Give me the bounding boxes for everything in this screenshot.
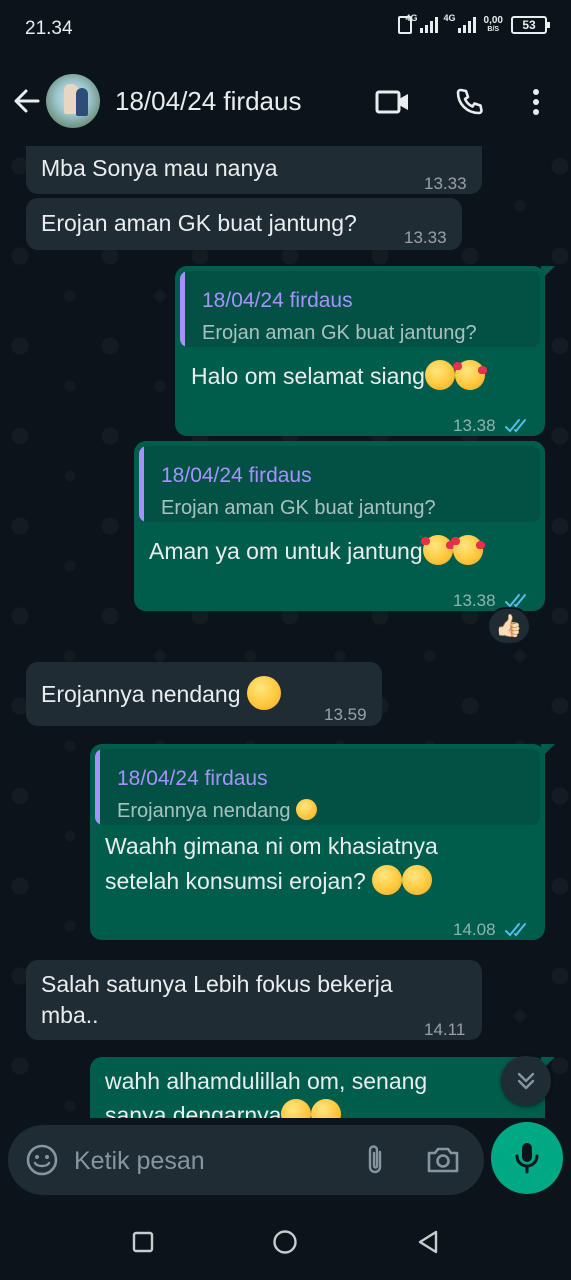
read-receipt-icon: [505, 585, 531, 608]
quoted-message[interactable]: 18/04/24 firdaus Erojan aman GK buat jan…: [180, 271, 540, 347]
smiling-face-with-hearts-emoji: [420, 535, 455, 565]
network-speed: 0,00 B/S: [483, 15, 503, 34]
square-icon: [132, 1231, 154, 1253]
back-arrow-icon[interactable]: [10, 84, 44, 118]
smiling-face-with-hearts-emoji: [450, 535, 485, 565]
emoji-icon[interactable]: [24, 1142, 60, 1178]
message-incoming[interactable]: Salah satunya Lebih fokus bekerja mba.. …: [26, 960, 482, 1040]
status-time: 21.34: [25, 18, 73, 39]
voice-call-icon[interactable]: [449, 82, 489, 122]
face-with-hand-over-mouth-emoji: [296, 799, 318, 820]
chat-header: 18/04/24 firdaus: [0, 56, 571, 146]
quoted-message[interactable]: 18/04/24 firdaus Erojannya nendang: [95, 749, 540, 825]
reaction-badge[interactable]: 👍🏻: [487, 607, 531, 645]
back-button[interactable]: [410, 1224, 446, 1260]
grinning-face-emoji: [372, 865, 403, 895]
avatar[interactable]: [46, 74, 100, 128]
signal-icon: 4G: [406, 13, 438, 33]
message-outgoing[interactable]: wahh alhamdulillah om, senang sanya deng…: [90, 1057, 555, 1118]
hugging-face-emoji: [424, 360, 455, 390]
face-with-hand-over-mouth-emoji: [246, 676, 281, 710]
recents-button[interactable]: [125, 1224, 161, 1260]
battery-icon: 53: [511, 16, 550, 34]
camera-icon[interactable]: [424, 1142, 462, 1178]
voice-record-button[interactable]: [491, 1122, 563, 1194]
double-chevron-down-icon: [517, 1072, 535, 1090]
status-bar: 21.34 4G 4G 0,00 B/S 53: [0, 0, 571, 56]
more-options-icon[interactable]: [516, 82, 556, 122]
heart-eyes-emoji: [281, 1099, 312, 1118]
smiling-face-with-hearts-emoji: [452, 360, 487, 390]
message-outgoing[interactable]: 18/04/24 firdaus Erojannya nendang Waahh…: [90, 744, 555, 940]
chat-area[interactable]: Mba Sonya mau nanya 13.33 Erojan aman GK…: [0, 146, 571, 1118]
home-button[interactable]: [267, 1224, 303, 1260]
system-nav-bar: [0, 1204, 571, 1280]
message-input-container: [8, 1125, 484, 1195]
message-incoming[interactable]: Erojannya nendang 13.59: [26, 662, 382, 726]
message-input[interactable]: [74, 1144, 344, 1178]
message-outgoing[interactable]: 18/04/24 firdaus Erojan aman GK buat jan…: [175, 266, 555, 436]
read-receipt-icon: [505, 914, 531, 937]
message-outgoing[interactable]: 18/04/24 firdaus Erojan aman GK buat jan…: [134, 441, 545, 611]
contact-name[interactable]: 18/04/24 firdaus: [115, 86, 301, 117]
scroll-to-bottom-button[interactable]: [501, 1056, 551, 1106]
signal-icon: 4G: [444, 13, 476, 33]
message-incoming[interactable]: Erojan aman GK buat jantung? 13.33: [26, 198, 462, 250]
circle-icon: [273, 1230, 297, 1254]
video-call-icon[interactable]: [373, 82, 413, 122]
read-receipt-icon: [505, 410, 531, 433]
quoted-message[interactable]: 18/04/24 firdaus Erojan aman GK buat jan…: [139, 446, 540, 522]
triangle-back-icon: [418, 1230, 438, 1254]
heart-eyes-emoji: [311, 1099, 342, 1118]
attach-icon[interactable]: [358, 1142, 394, 1178]
microphone-icon: [515, 1143, 539, 1174]
grinning-face-emoji: [402, 865, 433, 895]
message-incoming[interactable]: Mba Sonya mau nanya 13.33: [26, 146, 482, 194]
message-input-bar: [0, 1118, 571, 1204]
